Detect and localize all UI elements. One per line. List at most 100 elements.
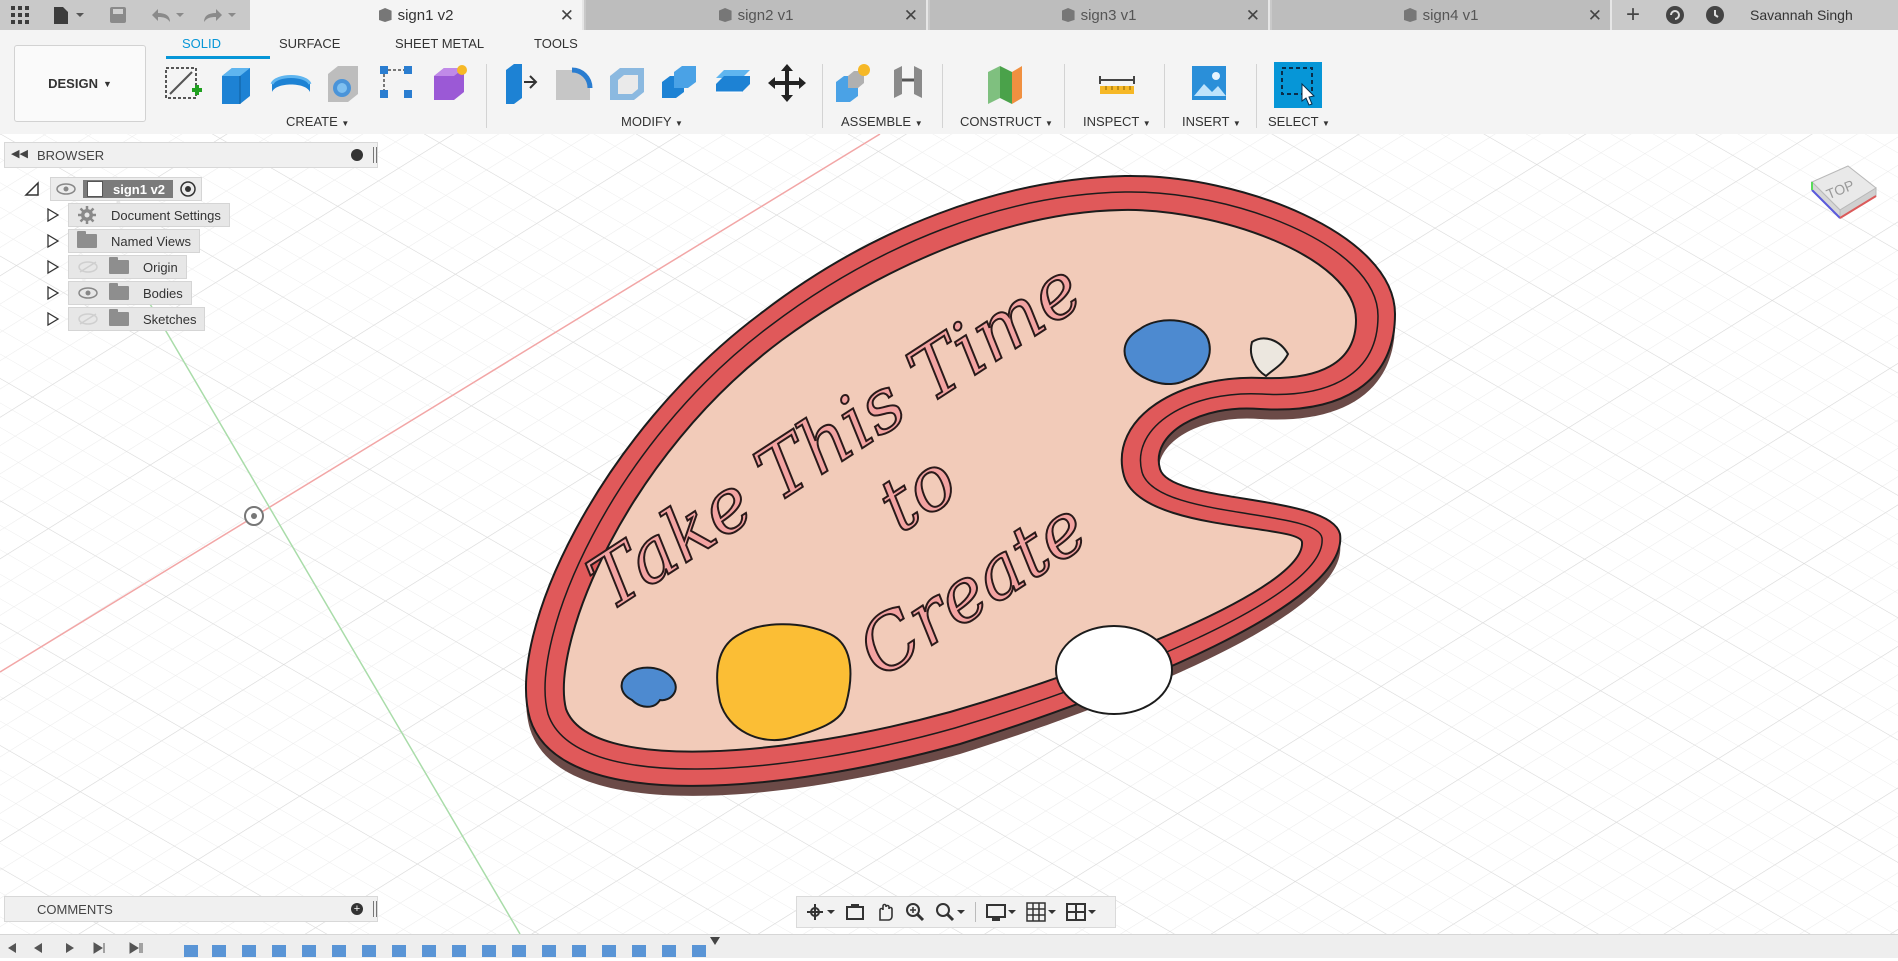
- thumb-hole: [1055, 625, 1173, 715]
- file-menu-icon[interactable]: [46, 0, 90, 30]
- tree-item-named-views[interactable]: Named Views: [46, 228, 380, 254]
- revolve-icon[interactable]: [270, 62, 312, 104]
- insert-menu[interactable]: INSERT ▼: [1182, 114, 1241, 129]
- move-icon[interactable]: [766, 62, 808, 104]
- tree-item-bodies[interactable]: Bodies: [46, 280, 380, 306]
- workspace-switcher[interactable]: DESIGN ▼: [14, 45, 146, 122]
- visibility-eye-icon[interactable]: [55, 182, 77, 196]
- tab-document-3[interactable]: sign3 v1 ✕: [930, 0, 1270, 30]
- minimize-panel-icon[interactable]: [351, 149, 363, 161]
- hidden-eye-icon[interactable]: [77, 260, 99, 274]
- shell-icon[interactable]: [606, 62, 648, 104]
- offset-face-icon[interactable]: [712, 62, 754, 104]
- inspect-menu[interactable]: INSPECT ▼: [1083, 114, 1151, 129]
- tree-item-document-settings[interactable]: Document Settings: [46, 202, 380, 228]
- extrude-icon[interactable]: [216, 62, 258, 104]
- create-sketch-icon[interactable]: [162, 62, 204, 104]
- expand-triangle-icon[interactable]: [46, 311, 60, 327]
- title-bar: sign1 v2 ✕ sign2 v1 ✕ sign3 v1 ✕ sign4 v…: [0, 0, 1898, 30]
- tab-sheet-metal[interactable]: SHEET METAL: [395, 36, 484, 51]
- insert-group-label: INSERT: [1182, 114, 1230, 129]
- close-tab-icon[interactable]: ✕: [1246, 6, 1260, 26]
- tab-document-1[interactable]: sign1 v2 ✕: [250, 0, 584, 30]
- tree-item-label: Sketches: [143, 311, 197, 327]
- tab-document-4[interactable]: sign4 v1 ✕: [1272, 0, 1612, 30]
- job-status-icon[interactable]: [1660, 0, 1690, 30]
- hole-icon[interactable]: [322, 62, 364, 104]
- chevron-down-icon: ▼: [1045, 119, 1053, 128]
- measure-icon[interactable]: [1096, 62, 1138, 104]
- blue-paint-blob: [1123, 319, 1211, 385]
- select-menu[interactable]: SELECT ▼: [1268, 114, 1330, 129]
- ribbon-divider: [1164, 64, 1165, 128]
- browser-title: BROWSER: [37, 148, 105, 163]
- chevron-down-icon: ▼: [914, 119, 923, 128]
- folder-icon: [77, 231, 97, 248]
- expand-triangle-icon[interactable]: [46, 285, 60, 301]
- expand-triangle-icon[interactable]: [46, 207, 60, 223]
- insert-image-icon[interactable]: [1188, 62, 1230, 104]
- user-name[interactable]: Savannah Singh: [1750, 0, 1870, 30]
- offset-plane-icon[interactable]: [984, 62, 1026, 104]
- grid-settings-icon[interactable]: [1026, 902, 1056, 922]
- timeline-bar: [0, 934, 1898, 958]
- add-comment-icon[interactable]: +: [351, 903, 363, 915]
- tree-item-origin[interactable]: Origin: [46, 254, 380, 280]
- collapse-triangle-icon[interactable]: [24, 181, 40, 197]
- press-pull-icon[interactable]: [498, 62, 540, 104]
- redo-icon[interactable]: [196, 0, 240, 30]
- combine-icon[interactable]: [658, 62, 700, 104]
- display-settings-icon[interactable]: [986, 902, 1016, 922]
- comments-panel-header[interactable]: COMMENTS +: [4, 896, 378, 922]
- close-tab-icon[interactable]: ✕: [1588, 6, 1602, 26]
- joint-icon[interactable]: [888, 62, 930, 104]
- assemble-menu[interactable]: ASSEMBLE ▼: [841, 114, 923, 129]
- browser-tree: sign1 v2 Document Settings Named Views O…: [20, 176, 380, 332]
- new-component-icon[interactable]: [834, 62, 876, 104]
- create-menu[interactable]: CREATE ▼: [286, 114, 349, 129]
- tab-label: sign2 v1: [737, 6, 794, 24]
- modify-menu[interactable]: MODIFY ▼: [621, 114, 683, 129]
- document-icon: [1403, 8, 1417, 22]
- fit-zoom-icon[interactable]: [935, 902, 965, 922]
- close-tab-icon[interactable]: ✕: [904, 6, 918, 26]
- tab-tools[interactable]: TOOLS: [534, 36, 578, 51]
- pan-hand-icon[interactable]: [875, 902, 895, 922]
- viewports-icon[interactable]: [1066, 902, 1096, 922]
- tab-surface[interactable]: SURFACE: [279, 36, 340, 51]
- tree-item-label: Document Settings: [111, 207, 221, 223]
- expand-triangle-icon[interactable]: [46, 259, 60, 275]
- fillet-icon[interactable]: [552, 62, 594, 104]
- create-group-label: CREATE: [286, 114, 338, 129]
- timeline-controls[interactable]: [0, 935, 740, 958]
- tab-document-2[interactable]: sign2 v1 ✕: [586, 0, 928, 30]
- view-cube[interactable]: TOP: [1800, 158, 1878, 238]
- expand-triangle-icon[interactable]: [46, 233, 60, 249]
- panel-grip-icon[interactable]: [373, 147, 377, 163]
- app-grid-icon[interactable]: [6, 0, 34, 30]
- tree-root[interactable]: sign1 v2: [20, 176, 380, 202]
- new-tab-button[interactable]: +: [1618, 0, 1648, 30]
- panel-grip-icon[interactable]: [373, 901, 377, 917]
- orbit-icon[interactable]: [805, 902, 835, 922]
- pattern-icon[interactable]: [376, 62, 418, 104]
- inspect-group-label: INSPECT: [1083, 114, 1140, 129]
- create-form-icon[interactable]: [428, 62, 470, 104]
- look-at-icon[interactable]: [845, 902, 865, 922]
- select-window-icon[interactable]: [1274, 62, 1322, 108]
- zoom-icon[interactable]: [905, 902, 925, 922]
- construct-menu[interactable]: CONSTRUCT ▼: [960, 114, 1053, 129]
- close-tab-icon[interactable]: ✕: [560, 6, 574, 26]
- activate-radio-icon[interactable]: [179, 180, 197, 198]
- collapse-panel-icon[interactable]: ◀◀: [11, 147, 28, 160]
- gear-icon: [78, 206, 96, 224]
- tree-item-sketches[interactable]: Sketches: [46, 306, 380, 332]
- history-clock-icon[interactable]: [1700, 0, 1730, 30]
- save-icon[interactable]: [104, 0, 132, 30]
- undo-icon[interactable]: [144, 0, 188, 30]
- root-component-label[interactable]: sign1 v2: [113, 182, 165, 197]
- hidden-eye-icon[interactable]: [77, 312, 99, 326]
- browser-panel-header[interactable]: ◀◀ BROWSER: [4, 142, 378, 168]
- tab-solid[interactable]: SOLID: [182, 36, 221, 51]
- visibility-eye-icon[interactable]: [77, 286, 99, 300]
